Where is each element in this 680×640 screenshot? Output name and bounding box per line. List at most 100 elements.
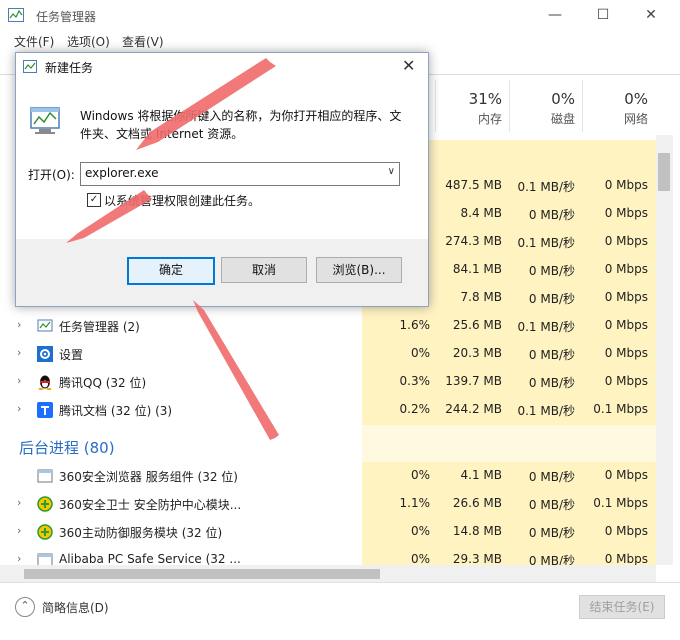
network-cell: 0 Mbps xyxy=(604,234,648,248)
menu-view[interactable]: 查看(V) xyxy=(122,33,164,50)
end-task-button[interactable]: 结束任务(E) xyxy=(579,595,665,619)
run-task-icon xyxy=(30,107,60,134)
network-cell: 0 Mbps xyxy=(604,206,648,220)
memory-cell: 244.2 MB xyxy=(445,402,502,416)
chevron-right-icon[interactable]: › xyxy=(17,374,21,387)
column-network[interactable]: 0% 网络 xyxy=(585,90,648,127)
memory-cell: 274.3 MB xyxy=(445,234,502,248)
task-manager-icon xyxy=(37,319,53,332)
memory-cell: 4.1 MB xyxy=(460,468,502,482)
column-memory[interactable]: 31% 内存 xyxy=(440,90,502,127)
360-defense-icon xyxy=(37,524,53,540)
background-processes-heading: 后台进程 (80) xyxy=(19,439,115,457)
dialog-description: Windows 将根据你所键入的名称，为你打开相应的程序、文件夹、文档或 Int… xyxy=(80,109,402,141)
ok-button[interactable]: 确定 xyxy=(127,257,215,285)
minimize-button[interactable]: — xyxy=(532,0,578,30)
cpu-cell: 0% xyxy=(410,346,430,360)
process-name: 任务管理器 (2) xyxy=(59,320,140,334)
disk-label: 磁盘 xyxy=(550,112,575,126)
settings-gear-icon xyxy=(37,346,53,362)
maximize-button[interactable]: ☐ xyxy=(580,0,626,30)
memory-cell: 8.4 MB xyxy=(460,206,502,220)
disk-cell: 0 MB/秒 xyxy=(528,292,575,306)
memory-cell: 20.3 MB xyxy=(452,346,502,360)
network-cell: 0 Mbps xyxy=(604,468,648,482)
chevron-right-icon[interactable]: › xyxy=(17,524,21,537)
disk-cell: 0.1 MB/秒 xyxy=(517,180,575,194)
table-row[interactable]: › 腾讯文档 (32 位) (3) 0.2% 244.2 MB 0.1 MB/秒… xyxy=(0,396,656,424)
admin-privileges-label[interactable]: 以系统管理权限创建此任务。 xyxy=(104,192,260,209)
process-name: 腾讯文档 (32 位) (3) xyxy=(59,404,173,418)
dialog-close-icon[interactable]: ✕ xyxy=(402,56,415,75)
process-name: 360安全浏览器 服务组件 (32 位) xyxy=(59,470,238,484)
cpu-cell: 0% xyxy=(410,468,430,482)
network-label: 网络 xyxy=(623,112,648,126)
disk-cell: 0 MB/秒 xyxy=(528,470,575,484)
tencent-docs-icon xyxy=(37,402,53,418)
task-manager-icon xyxy=(23,60,37,73)
disk-cell: 0.1 MB/秒 xyxy=(517,404,575,418)
disk-cell: 0 MB/秒 xyxy=(528,526,575,540)
table-row[interactable]: › 腾讯QQ (32 位) 0.3% 139.7 MB 0 MB/秒 0 Mbp… xyxy=(0,368,656,396)
close-button[interactable]: ✕ xyxy=(628,0,674,30)
process-name: 360主动防御服务模块 (32 位) xyxy=(59,526,223,540)
vertical-scroll-thumb[interactable] xyxy=(658,153,670,191)
memory-cell: 7.8 MB xyxy=(460,290,502,304)
process-name: 设置 xyxy=(59,348,84,362)
title-bar: 任务管理器 — ☐ ✕ xyxy=(0,0,680,30)
table-row[interactable]: › 任务管理器 (2) 1.6% 25.6 MB 0.1 MB/秒 0 Mbps xyxy=(0,312,656,340)
app-title: 任务管理器 xyxy=(36,10,97,24)
chevron-right-icon[interactable]: › xyxy=(17,402,21,415)
disk-cell: 0 MB/秒 xyxy=(528,498,575,512)
task-manager-icon xyxy=(8,8,24,22)
menu-options[interactable]: 选项(O) xyxy=(67,33,110,50)
network-cell: 0 Mbps xyxy=(604,318,648,332)
disk-cell: 0 MB/秒 xyxy=(528,348,575,362)
browse-button[interactable]: 浏览(B)... xyxy=(316,257,402,283)
disk-cell: 0 MB/秒 xyxy=(528,264,575,278)
cpu-cell: 0% xyxy=(410,552,430,566)
memory-percent: 31% xyxy=(468,90,502,108)
table-row[interactable]: › 设置 0% 20.3 MB 0 MB/秒 0 Mbps xyxy=(0,340,656,368)
cpu-cell: 0.3% xyxy=(399,374,431,388)
open-input-value[interactable]: explorer.exe xyxy=(85,166,159,180)
disk-cell: 0 MB/秒 xyxy=(528,208,575,222)
vertical-scrollbar[interactable] xyxy=(656,135,673,565)
table-row[interactable]: › 360主动防御服务模块 (32 位) 0% 14.8 MB 0 MB/秒 0… xyxy=(0,518,656,546)
disk-cell: 0 MB/秒 xyxy=(528,376,575,390)
chevron-right-icon[interactable]: › xyxy=(17,552,21,565)
chevron-up-icon[interactable]: ⌃ xyxy=(15,597,35,617)
chevron-down-icon[interactable]: ∨ xyxy=(388,166,395,177)
process-name: Alibaba PC Safe Service (32 ... xyxy=(59,552,241,566)
network-cell: 0.1 Mbps xyxy=(593,402,648,416)
cancel-button[interactable]: 取消 xyxy=(221,257,307,283)
network-cell: 0 Mbps xyxy=(604,290,648,304)
cpu-cell: 1.6% xyxy=(399,318,431,332)
dialog-title: 新建任务 xyxy=(45,61,94,75)
disk-percent: 0% xyxy=(551,90,575,108)
horizontal-scroll-thumb[interactable] xyxy=(24,569,380,579)
network-cell: 0 Mbps xyxy=(604,178,648,192)
open-combobox[interactable]: explorer.exe ∨ xyxy=(80,162,400,186)
memory-cell: 487.5 MB xyxy=(445,178,502,192)
cpu-cell: 0.2% xyxy=(399,402,431,416)
network-cell: 0 Mbps xyxy=(604,346,648,360)
process-name: 360安全卫士 安全防护中心模块... xyxy=(59,498,242,512)
memory-cell: 14.8 MB xyxy=(452,524,502,538)
menu-file[interactable]: 文件(F) xyxy=(14,33,54,50)
disk-cell: 0.1 MB/秒 xyxy=(517,320,575,334)
memory-cell: 84.1 MB xyxy=(452,262,502,276)
cpu-cell: 1.1% xyxy=(399,496,431,510)
table-row[interactable]: 360安全浏览器 服务组件 (32 位) 0% 4.1 MB 0 MB/秒 0 … xyxy=(0,462,656,490)
network-cell: 0 Mbps xyxy=(604,524,648,538)
column-disk[interactable]: 0% 磁盘 xyxy=(512,90,575,127)
chevron-right-icon[interactable]: › xyxy=(17,496,21,509)
table-row[interactable]: › 360安全卫士 安全防护中心模块... 1.1% 26.6 MB 0 MB/… xyxy=(0,490,656,518)
dialog-title-bar: 新建任务 ✕ xyxy=(16,53,428,81)
memory-cell: 139.7 MB xyxy=(445,374,502,388)
fewer-details-link[interactable]: 简略信息(D) xyxy=(42,599,109,616)
chevron-right-icon[interactable]: › xyxy=(17,346,21,359)
admin-privileges-checkbox[interactable]: ✓ xyxy=(87,193,101,207)
memory-cell: 25.6 MB xyxy=(452,318,502,332)
chevron-right-icon[interactable]: › xyxy=(17,318,21,331)
